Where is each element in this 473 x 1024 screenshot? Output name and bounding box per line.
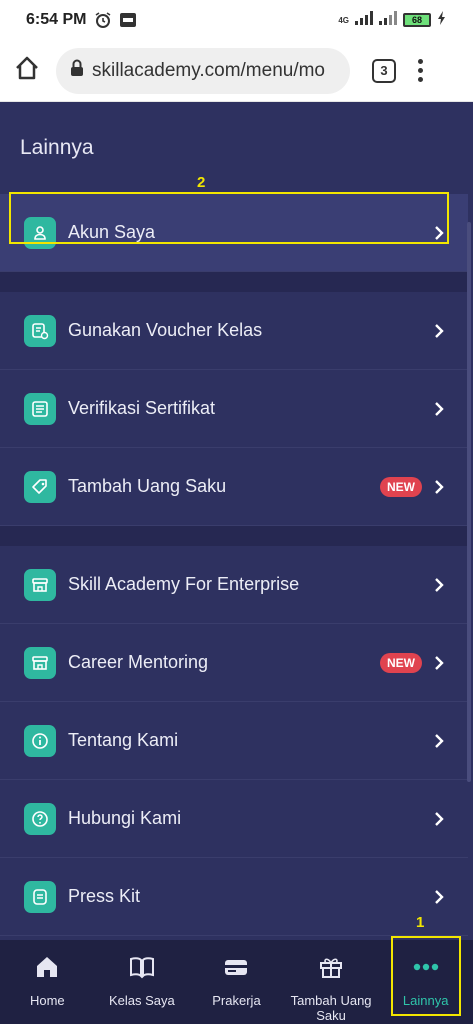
home-icon bbox=[34, 954, 60, 985]
nav-prakerja[interactable]: Prakerja bbox=[189, 940, 284, 1024]
chevron-right-icon bbox=[434, 889, 444, 905]
annotation-highlight-box bbox=[391, 936, 461, 1016]
dot-icon bbox=[418, 77, 423, 82]
menu-item-gunakan-voucher[interactable]: Gunakan Voucher Kelas bbox=[0, 292, 468, 370]
section-divider bbox=[0, 272, 468, 292]
chevron-right-icon bbox=[434, 479, 444, 495]
menu-item-label: Gunakan Voucher Kelas bbox=[68, 320, 263, 340]
menu-item-tentang-kami[interactable]: Tentang Kami bbox=[0, 702, 468, 780]
scrollbar[interactable] bbox=[467, 222, 471, 782]
menu-item-enterprise[interactable]: Skill Academy For Enterprise bbox=[0, 546, 468, 624]
address-bar[interactable]: skillacademy.com/menu/mo bbox=[56, 47, 350, 94]
network-label: 4G bbox=[338, 15, 349, 25]
menu-item-label: Verifikasi Sertifikat bbox=[68, 398, 216, 418]
store-icon bbox=[24, 568, 56, 601]
signal-icon-2 bbox=[379, 10, 397, 30]
nav-label: Home bbox=[29, 993, 65, 1008]
url-text: skillacademy.com/menu/mo bbox=[92, 59, 326, 81]
nav-label: Prakerja bbox=[212, 993, 261, 1008]
new-badge: NEW bbox=[380, 476, 422, 497]
nav-tambah-uang-saku[interactable]: Tambah Uang Saku bbox=[284, 940, 379, 1024]
chevron-right-icon bbox=[434, 323, 444, 339]
tab-switcher-button[interactable]: 3 bbox=[372, 58, 396, 83]
signal-icon bbox=[355, 10, 373, 30]
menu-item-press-kit[interactable]: Press Kit bbox=[0, 858, 468, 936]
tag-icon bbox=[24, 470, 56, 503]
nav-label: Kelas Saya bbox=[109, 993, 175, 1008]
page-title: Lainnya bbox=[20, 136, 94, 159]
voucher-icon bbox=[24, 314, 56, 347]
menu-item-verifikasi-sertifikat[interactable]: Verifikasi Sertifikat bbox=[0, 370, 468, 448]
certificate-list-icon bbox=[24, 392, 56, 425]
menu-item-tambah-uang-saku[interactable]: Tambah Uang Saku NEW bbox=[0, 448, 468, 526]
battery-icon: 68 bbox=[403, 13, 431, 27]
menu-item-label: Career Mentoring bbox=[68, 652, 209, 672]
menu-item-label: Tambah Uang Saku bbox=[68, 476, 227, 496]
dot-icon bbox=[418, 59, 423, 64]
menu-item-label: Press Kit bbox=[68, 886, 141, 906]
browser-toolbar: skillacademy.com/menu/mo 3 bbox=[0, 40, 473, 102]
store-icon bbox=[24, 646, 56, 679]
nav-kelas-saya[interactable]: Kelas Saya bbox=[95, 940, 190, 1024]
document-icon bbox=[24, 880, 56, 913]
nav-home[interactable]: Home bbox=[0, 940, 95, 1024]
chevron-right-icon bbox=[434, 811, 444, 827]
browser-menu-button[interactable] bbox=[418, 59, 423, 82]
section-divider bbox=[0, 526, 468, 546]
new-badge: NEW bbox=[380, 652, 422, 673]
neo-app-icon bbox=[120, 13, 137, 27]
home-button[interactable] bbox=[14, 55, 40, 86]
charging-icon bbox=[437, 10, 447, 30]
book-icon bbox=[129, 954, 155, 985]
menu-item-label: Skill Academy For Enterprise bbox=[68, 574, 300, 594]
menu-item-label: Hubungi Kami bbox=[68, 808, 182, 828]
annotation-highlight-box bbox=[9, 192, 449, 244]
help-icon bbox=[24, 802, 56, 835]
annotation-number: 1 bbox=[416, 914, 425, 931]
alarm-icon bbox=[94, 11, 112, 29]
menu-item-career-mentoring[interactable]: Career Mentoring NEW bbox=[0, 624, 468, 702]
menu-item-hubungi-kami[interactable]: Hubungi Kami bbox=[0, 780, 468, 858]
lock-icon bbox=[70, 59, 84, 82]
chevron-right-icon bbox=[434, 401, 444, 417]
menu-item-label: Tentang Kami bbox=[68, 730, 179, 750]
dot-icon bbox=[418, 68, 423, 73]
status-bar: 6:54 PM 4G 68 bbox=[0, 0, 473, 40]
nav-label: Tambah Uang Saku bbox=[290, 993, 372, 1023]
info-icon bbox=[24, 724, 56, 757]
annotation-number: 2 bbox=[197, 174, 206, 191]
menu-page: Lainnya Akun Saya Gunakan Voucher Kelas … bbox=[0, 102, 473, 940]
chevron-right-icon bbox=[434, 655, 444, 671]
gift-icon bbox=[318, 954, 344, 985]
chevron-right-icon bbox=[434, 577, 444, 593]
card-icon bbox=[223, 954, 249, 985]
status-time: 6:54 PM bbox=[26, 11, 87, 28]
chevron-right-icon bbox=[434, 733, 444, 749]
